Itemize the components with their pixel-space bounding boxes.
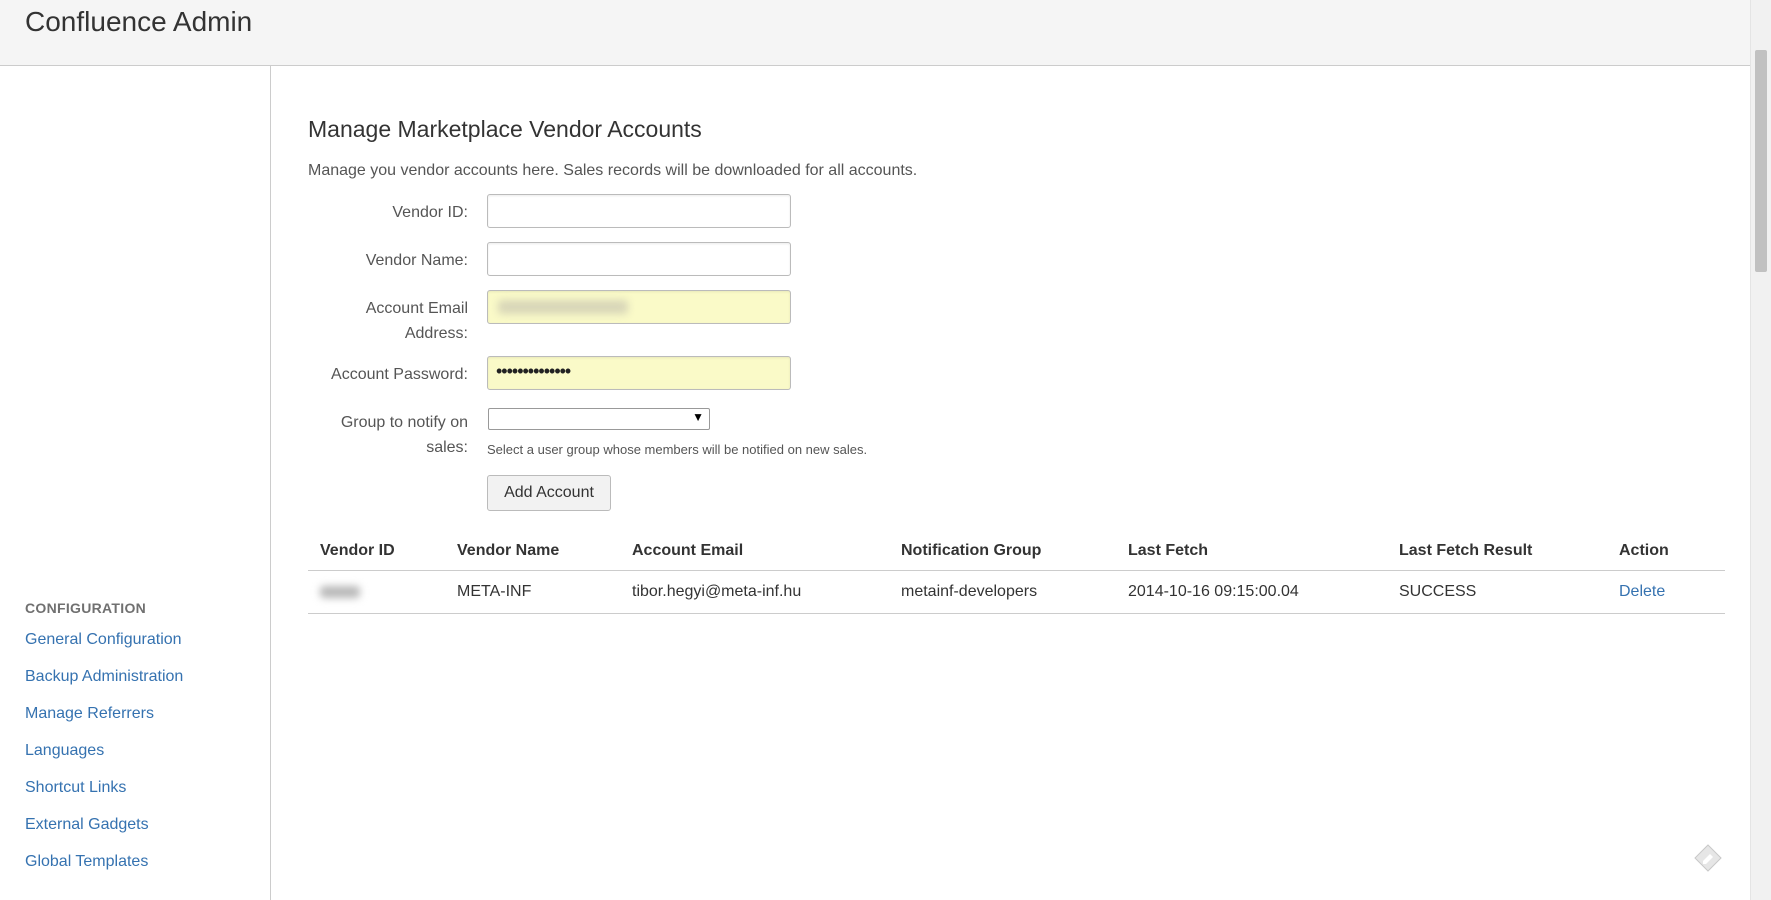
nav-section-heading: CONFIGURATION [25,600,147,616]
add-account-button[interactable]: Add Account [487,475,611,511]
account-email-label-line2: Address: [404,325,468,342]
sidebar-item-languages[interactable]: Languages [25,741,183,778]
group-notify-label-line1: Group to notify on [340,414,468,431]
column-header-notification-group: Notification Group [889,532,1116,571]
column-header-last-fetch: Last Fetch [1116,532,1387,571]
delete-account-link[interactable]: Delete [1619,583,1665,600]
vendor-id-label: Vendor ID: [392,204,468,221]
sidebar-item-manage-referrers[interactable]: Manage Referrers [25,704,183,741]
group-notify-hint: Select a user group whose members will b… [487,442,868,457]
sidebar: CONFIGURATION General Configuration Back… [0,66,271,900]
sidebar-item-global-templates[interactable]: Global Templates [25,852,183,889]
cell-vendor-id [308,570,445,614]
cell-account-email: tibor.hegyi@meta-inf.hu [620,570,889,614]
app-title: Confluence Admin [25,6,253,37]
feedback-icon[interactable] [1693,843,1723,873]
account-email-input[interactable] [487,290,791,324]
vendor-name-label: Vendor Name: [365,252,468,269]
group-notify-label-line2: sales: [426,439,468,456]
redacted-vendor-id [320,585,360,598]
account-password-label: Account Password: [331,366,468,383]
sidebar-item-general-configuration[interactable]: General Configuration [25,630,183,667]
page-title: Manage Marketplace Vendor Accounts [308,116,702,142]
group-notify-label: Group to notify on sales: [283,410,468,460]
redacted-email-value [498,300,628,314]
chevron-down-icon: ▼ [692,410,704,424]
group-notify-select[interactable]: ▼ [488,408,710,430]
column-header-action: Action [1607,532,1725,571]
cell-last-fetch: 2014-10-16 09:15:00.04 [1116,570,1387,614]
scrollbar-thumb[interactable] [1755,50,1767,272]
cell-action: Delete [1607,570,1725,614]
vertical-scrollbar[interactable] [1750,0,1771,900]
page-description: Manage you vendor accounts here. Sales r… [308,162,918,179]
app-header: Confluence Admin [0,0,1750,66]
sidebar-item-external-gadgets[interactable]: External Gadgets [25,815,183,852]
cell-last-fetch-result: SUCCESS [1387,570,1607,614]
vendor-accounts-table: Vendor ID Vendor Name Account Email Noti… [308,532,1725,614]
nav-section-configuration: CONFIGURATION General Configuration Back… [25,600,183,889]
account-email-label: Account Email Address: [283,296,468,346]
password-mask: •••••••••••••• [496,361,571,381]
table-header-row: Vendor ID Vendor Name Account Email Noti… [308,532,1725,571]
column-header-vendor-id: Vendor ID [308,532,445,571]
vendor-id-input[interactable] [487,194,791,228]
account-email-label-line1: Account Email [365,300,468,317]
cell-notification-group: metainf-developers [889,570,1116,614]
column-header-vendor-name: Vendor Name [445,532,620,571]
sidebar-item-shortcut-links[interactable]: Shortcut Links [25,778,183,815]
table-row: META-INF tibor.hegyi@meta-inf.hu metainf… [308,570,1725,614]
column-header-account-email: Account Email [620,532,889,571]
sidebar-item-backup-administration[interactable]: Backup Administration [25,667,183,704]
account-password-input[interactable]: •••••••••••••• [487,356,791,390]
column-header-last-fetch-result: Last Fetch Result [1387,532,1607,571]
vendor-name-input[interactable] [487,242,791,276]
cell-vendor-name: META-INF [445,570,620,614]
